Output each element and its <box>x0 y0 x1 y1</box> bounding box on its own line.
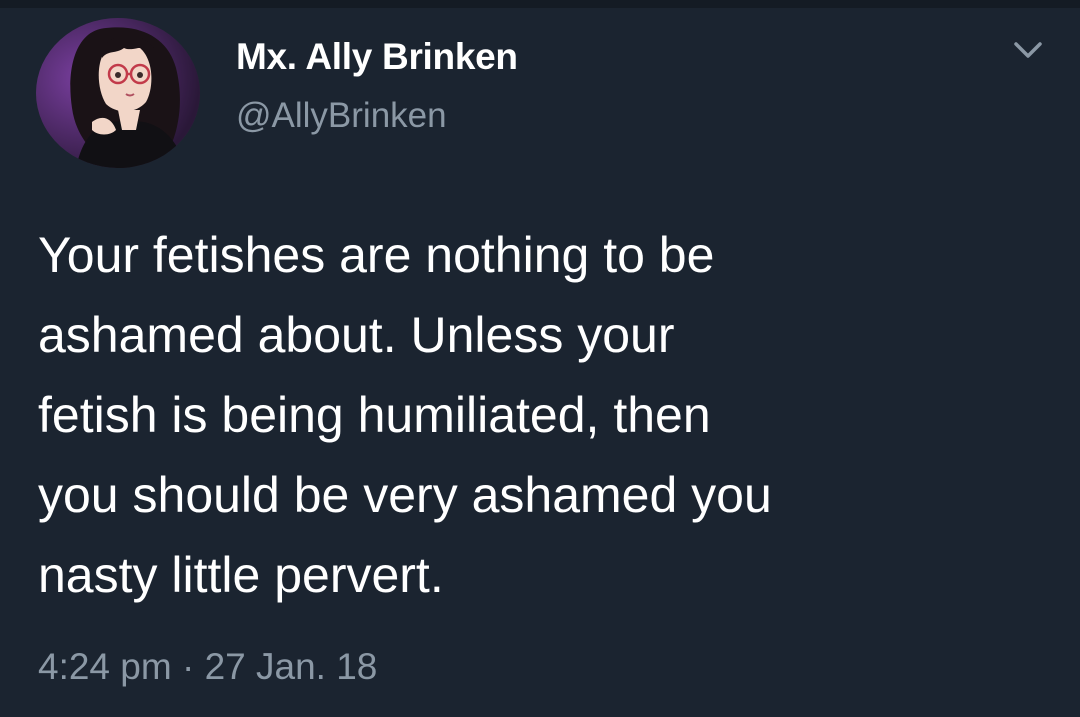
tweet-text: Your fetishes are nothing to be ashamed … <box>38 215 1058 615</box>
tweet-text-line: Your fetishes are nothing to be <box>38 227 715 283</box>
avatar[interactable] <box>36 18 200 168</box>
chevron-down-icon[interactable] <box>1008 36 1048 64</box>
avatar-illustration <box>36 18 200 168</box>
tweet-timestamp[interactable]: 4:24 pm · 27 Jan. 18 <box>38 646 377 688</box>
tweet-text-line: fetish is being humiliated, then <box>38 387 711 443</box>
tweet-text-line: you should be very ashamed you <box>38 467 772 523</box>
tweet-text-line: nasty little pervert. <box>38 547 444 603</box>
author-handle[interactable]: @AllyBrinken <box>236 96 447 136</box>
author-display-name[interactable]: Mx. Ally Brinken <box>236 36 518 78</box>
top-edge-strip <box>0 0 1080 8</box>
tweet-text-line: ashamed about. Unless your <box>38 307 675 363</box>
